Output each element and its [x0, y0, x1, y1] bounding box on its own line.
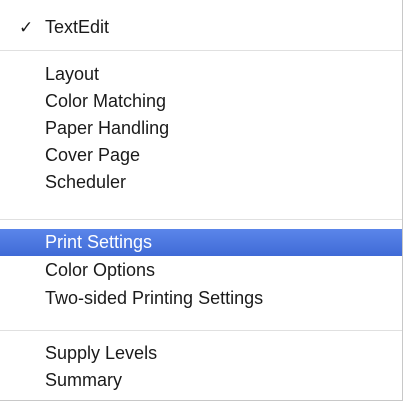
menu-separator [0, 50, 402, 51]
menu-item-two-sided-printing-settings[interactable]: Two-sided Printing Settings [0, 285, 402, 312]
menu-item-color-options[interactable]: Color Options [0, 257, 402, 284]
menu-item-label: Color Matching [45, 91, 167, 111]
menu-item-label: Paper Handling [45, 118, 170, 138]
menu-item-print-settings[interactable]: Print Settings [0, 229, 402, 256]
menu-item-scheduler[interactable]: Scheduler [0, 169, 402, 196]
print-options-popup-menu: ✓ TextEdit Layout Color Matching Paper H… [0, 0, 403, 401]
menu-item-label: Layout [45, 64, 100, 84]
menu-item-label: Scheduler [45, 172, 127, 192]
menu-item-supply-levels[interactable]: Supply Levels [0, 340, 402, 367]
menu-item-label: Print Settings [45, 232, 153, 252]
checkmark-icon: ✓ [19, 18, 34, 37]
menu-item-cover-page[interactable]: Cover Page [0, 142, 402, 169]
menu-item-paper-handling[interactable]: Paper Handling [0, 115, 402, 142]
menu-item-label: Summary [45, 370, 123, 390]
menu-item-textedit[interactable]: ✓ TextEdit [0, 14, 402, 41]
menu-item-label: TextEdit [45, 17, 110, 37]
menu-separator [0, 219, 402, 220]
menu-item-color-matching[interactable]: Color Matching [0, 88, 402, 115]
menu-item-layout[interactable]: Layout [0, 61, 402, 88]
menu-separator [0, 330, 402, 331]
menu-item-label: Two-sided Printing Settings [45, 288, 264, 308]
menu-item-label: Supply Levels [45, 343, 158, 363]
menu-item-label: Cover Page [45, 145, 141, 165]
menu-item-summary[interactable]: Summary [0, 367, 402, 394]
menu-item-label: Color Options [45, 260, 156, 280]
